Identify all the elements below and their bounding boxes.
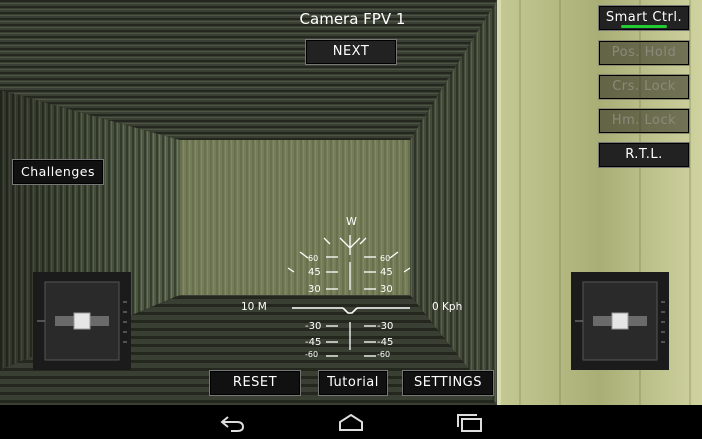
home-icon[interactable]	[338, 414, 364, 432]
pitch-up-30-right: 30	[380, 284, 393, 295]
altitude-readout: 10 M	[241, 301, 267, 313]
next-button[interactable]: NEXT	[305, 39, 397, 65]
pitch-up-60: 60	[308, 254, 319, 263]
pitch-down-45: -45	[305, 337, 322, 348]
pos-hold-button[interactable]: Pos. Hold	[598, 40, 690, 66]
pitch-down-60: -60	[305, 350, 319, 359]
right-joystick-graphic	[575, 281, 665, 361]
smart-ctrl-button[interactable]: Smart Ctrl.	[598, 5, 690, 31]
left-joystick-graphic	[37, 281, 127, 361]
smart-ctrl-label: Smart Ctrl.	[605, 10, 683, 25]
speed-readout: 0 Kph	[432, 301, 463, 313]
smart-ctrl-active-indicator	[621, 25, 667, 28]
back-icon[interactable]	[219, 414, 245, 432]
crs-lock-button[interactable]: Crs. Lock	[598, 74, 690, 100]
pitch-down-30: -30	[305, 321, 322, 332]
pitch-down-45-right: -45	[377, 337, 394, 348]
camera-title: Camera FPV 1	[299, 10, 406, 28]
system-nav-bar	[0, 405, 702, 439]
pitch-down-30-right: -30	[377, 321, 394, 332]
challenges-button[interactable]: Challenges	[12, 159, 104, 185]
rtl-button[interactable]: R.T.L.	[598, 142, 690, 168]
pitch-up-60-right: 60	[380, 254, 391, 263]
reset-button[interactable]: RESET	[209, 370, 301, 396]
settings-button[interactable]: SETTINGS	[402, 370, 494, 396]
left-joystick[interactable]	[33, 272, 131, 370]
recents-icon[interactable]	[457, 414, 483, 432]
pitch-up-45-right: 45	[380, 267, 393, 278]
pitch-up-45: 45	[308, 267, 321, 278]
right-joystick[interactable]	[571, 272, 669, 370]
heading-label: W	[346, 215, 357, 228]
attitude-hud	[287, 235, 411, 357]
pitch-down-60-right: -60	[377, 350, 391, 359]
hm-lock-button[interactable]: Hm. Lock	[598, 108, 690, 134]
tutorial-button[interactable]: Tutorial	[318, 370, 388, 396]
game-viewport[interactable]: Camera FPV 1 NEXT Challenges Smart Ctrl.…	[0, 0, 702, 405]
pitch-up-30: 30	[308, 284, 321, 295]
